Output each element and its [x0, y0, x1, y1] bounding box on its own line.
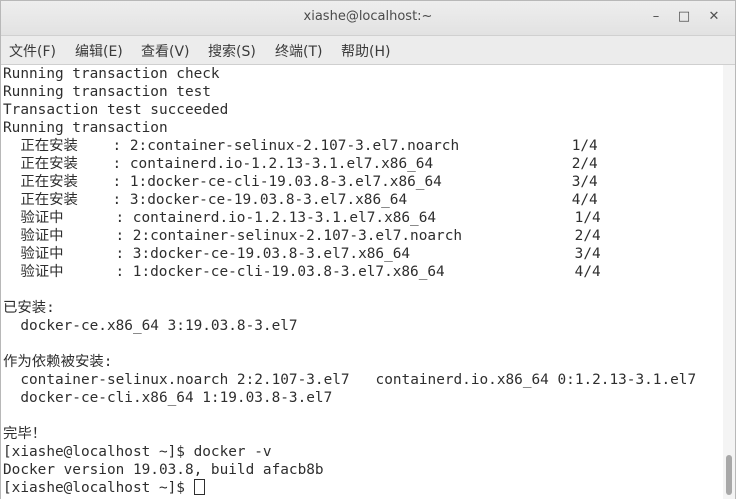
window-title: xiashe@localhost:~	[303, 9, 433, 24]
menu-file[interactable]: 文件(F)	[9, 41, 56, 61]
maximize-button[interactable]: □	[673, 7, 695, 27]
shell-prompt: [xiashe@localhost ~]$	[3, 480, 194, 496]
text-cursor	[193, 479, 205, 495]
title-bar[interactable]: xiashe@localhost:~ – □ ✕	[1, 1, 735, 36]
terminal-line: Running transaction check	[3, 66, 220, 82]
menu-terminal[interactable]: 终端(T)	[275, 41, 322, 61]
menu-help[interactable]: 帮助(H)	[341, 41, 390, 61]
terminal-output[interactable]: Running transaction check Running transa…	[1, 65, 723, 499]
close-button[interactable]: ✕	[703, 7, 725, 27]
terminal-line: 验证中 : 1:docker-ce-cli-19.03.8-3.el7.x86_…	[3, 264, 601, 280]
terminal-line: 正在安装 : 3:docker-ce-19.03.8-3.el7.x86_64 …	[3, 192, 598, 208]
terminal-line: container-selinux.noarch 2:2.107-3.el7 c…	[3, 372, 697, 388]
terminal-line: 已安装:	[3, 300, 55, 316]
terminal-line: 验证中 : 2:container-selinux-2.107-3.el7.no…	[3, 228, 601, 244]
scrollbar-thumb[interactable]	[726, 455, 732, 495]
terminal-line: 正在安装 : containerd.io-1.2.13-3.1.el7.x86_…	[3, 156, 598, 172]
terminal-line: 正在安装 : 1:docker-ce-cli-19.03.8-3.el7.x86…	[3, 174, 598, 190]
prompt-line[interactable]: [xiashe@localhost ~]$	[3, 479, 205, 497]
menu-bar: 文件(F) 编辑(E) 查看(V) 搜索(S) 终端(T) 帮助(H)	[1, 36, 735, 65]
vertical-scrollbar[interactable]	[723, 65, 735, 499]
terminal-window: xiashe@localhost:~ – □ ✕ 文件(F) 编辑(E) 查看(…	[0, 0, 736, 499]
terminal-line: 完毕！	[3, 426, 47, 442]
terminal-line: Running transaction test	[3, 84, 211, 100]
terminal-line: Transaction test succeeded	[3, 102, 229, 118]
menu-search[interactable]: 搜索(S)	[208, 41, 256, 61]
menu-edit[interactable]: 编辑(E)	[75, 41, 123, 61]
terminal-line: 正在安装 : 2:container-selinux-2.107-3.el7.n…	[3, 138, 598, 154]
terminal-line: docker-ce-cli.x86_64 1:19.03.8-3.el7	[3, 390, 333, 406]
terminal-line: 验证中 : containerd.io-1.2.13-3.1.el7.x86_6…	[3, 210, 601, 226]
terminal-line: [xiashe@localhost ~]$ docker -v	[3, 444, 272, 460]
terminal-line: Running transaction	[3, 120, 168, 136]
minimize-button[interactable]: –	[645, 7, 667, 27]
terminal-line: 验证中 : 3:docker-ce-19.03.8-3.el7.x86_64 3…	[3, 246, 601, 262]
terminal-line: 作为依赖被安装:	[3, 354, 113, 370]
terminal-line: Docker version 19.03.8, build afacb8b	[3, 462, 324, 478]
terminal-line: docker-ce.x86_64 3:19.03.8-3.el7	[3, 318, 298, 334]
menu-view[interactable]: 查看(V)	[141, 41, 190, 61]
